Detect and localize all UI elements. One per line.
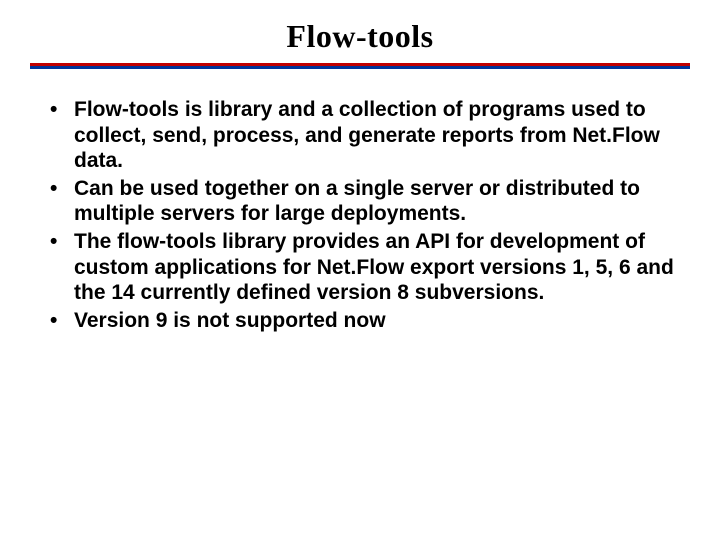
bullet-item: Version 9 is not supported now bbox=[44, 308, 690, 334]
slide-title: Flow-tools bbox=[30, 18, 690, 55]
slide: Flow-tools Flow-tools is library and a c… bbox=[0, 0, 720, 540]
bullet-list: Flow-tools is library and a collection o… bbox=[30, 97, 690, 333]
bullet-item: Flow-tools is library and a collection o… bbox=[44, 97, 690, 174]
title-divider bbox=[30, 63, 690, 69]
bullet-item: The flow-tools library provides an API f… bbox=[44, 229, 690, 306]
bullet-item: Can be used together on a single server … bbox=[44, 176, 690, 227]
divider-blue-line bbox=[30, 66, 690, 69]
